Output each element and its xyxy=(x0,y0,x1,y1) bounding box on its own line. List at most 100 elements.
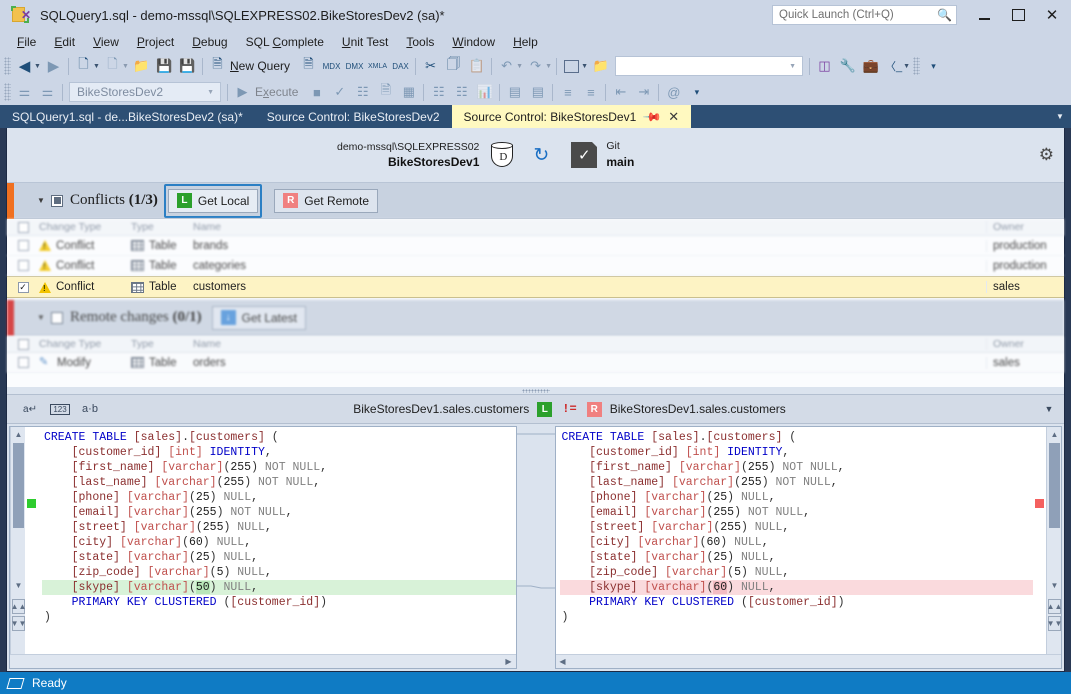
remote-select-all-checkbox[interactable] xyxy=(51,311,63,324)
table-row[interactable]: Conflict Table brands production xyxy=(7,236,1064,256)
results-to-text-icon[interactable]: ▤ xyxy=(503,81,526,103)
chevron-down-icon[interactable]: ▼ xyxy=(121,63,130,70)
menu-debug[interactable]: Debug xyxy=(183,32,236,52)
navigate-forward-icon[interactable]: ▶ xyxy=(42,55,65,77)
right-code-text[interactable]: CREATE TABLE [sales].[customers] ( [cust… xyxy=(556,427,1033,654)
save-all-icon[interactable]: 💾 xyxy=(176,55,199,77)
chevron-down-icon[interactable]: ▼ xyxy=(515,63,524,70)
new-query-icon[interactable]: 🗎 xyxy=(206,55,229,77)
parse-check-icon[interactable]: ✓ xyxy=(328,81,351,103)
comment-lines-icon[interactable]: ≡ xyxy=(556,81,579,103)
toolbar-grip[interactable] xyxy=(4,57,11,75)
scroll-up-icon[interactable]: ▲ xyxy=(1049,429,1060,440)
gear-icon[interactable]: ⚙ xyxy=(1039,145,1054,165)
header-select-all-checkbox[interactable] xyxy=(17,221,29,233)
table-row[interactable]: Conflict Table categories production xyxy=(7,256,1064,276)
tab-list-dropdown-icon[interactable]: ▼ xyxy=(1049,105,1071,128)
results-to-file-icon[interactable]: ▤ xyxy=(526,81,549,103)
scroll-down-icon[interactable]: ▼ xyxy=(13,580,24,591)
maximize-button[interactable] xyxy=(1001,1,1035,29)
menu-sql-complete[interactable]: SQL Complete xyxy=(237,32,333,52)
new-dmx-query-icon[interactable]: DMX xyxy=(343,55,366,77)
include-actual-plan-icon[interactable]: ☷ xyxy=(427,81,450,103)
menu-help[interactable]: Help xyxy=(504,32,547,52)
conflicts-select-all-checkbox[interactable] xyxy=(51,194,63,207)
chevron-down-icon[interactable]: ▼ xyxy=(544,63,553,70)
command-prompt-icon[interactable]: 〈_ xyxy=(882,55,905,77)
scroll-left-icon[interactable]: ◀ xyxy=(556,657,570,666)
navigate-back-icon[interactable]: ◀ xyxy=(13,55,36,77)
scroll-right-icon[interactable]: ▶ xyxy=(502,657,516,666)
object-explorer-icon[interactable]: ◫ xyxy=(813,55,836,77)
menu-tools[interactable]: Tools xyxy=(397,32,443,52)
get-latest-button[interactable]: ↓ Get Latest xyxy=(211,305,307,330)
new-query-button[interactable]: NNew Queryew Query xyxy=(229,59,297,73)
scroll-down-icon[interactable]: ▼ xyxy=(1049,580,1060,591)
right-code-pane[interactable]: CREATE TABLE [sales].[customers] ( [cust… xyxy=(554,426,1062,669)
pin-icon[interactable]: 📌 xyxy=(643,106,663,126)
menu-window[interactable]: Window xyxy=(443,32,504,52)
open-file-icon[interactable]: 📁 xyxy=(130,55,153,77)
decrease-indent-icon[interactable]: ⇤ xyxy=(609,81,632,103)
left-code-text[interactable]: CREATE TABLE [sales].[customers] ( [cust… xyxy=(38,427,516,654)
next-change-icon[interactable]: ▼▼ xyxy=(1047,616,1062,631)
properties-wrench-icon[interactable]: 🔧 xyxy=(836,55,859,77)
chevron-down-icon[interactable]: ▼ xyxy=(203,89,218,96)
new-xmla-query-icon[interactable]: XMLA xyxy=(366,55,389,77)
row-checkbox[interactable] xyxy=(17,260,29,271)
header-select-all-checkbox[interactable] xyxy=(17,338,29,350)
toolbar-overflow-icon[interactable]: ▾ xyxy=(922,55,945,77)
left-margin-scrollbar[interactable]: ▲ ▼ ▲▲ ▼▼ xyxy=(10,427,26,654)
left-hscrollbar[interactable]: ▶ xyxy=(10,654,516,668)
menu-file[interactable]: File xyxy=(8,32,45,52)
menu-view[interactable]: View xyxy=(84,32,128,52)
find-combo[interactable]: ▼ xyxy=(615,56,804,76)
database-combo[interactable]: BikeStoresDev2 ▼ xyxy=(69,82,221,102)
prev-change-icon[interactable]: ▲▲ xyxy=(1047,599,1062,614)
horizontal-splitter[interactable] xyxy=(7,387,1064,394)
collapse-toggle-icon[interactable]: ▼ xyxy=(37,196,51,205)
include-live-stats-icon[interactable]: ☷ xyxy=(450,81,473,103)
save-icon[interactable]: 💾 xyxy=(153,55,176,77)
toolbar-grip[interactable] xyxy=(4,83,11,101)
new-project-icon[interactable]: 🗋 xyxy=(72,55,95,77)
query-options-icon[interactable]: 🗎 xyxy=(374,81,397,103)
get-remote-button[interactable]: R Get Remote xyxy=(274,188,378,213)
scroll-up-icon[interactable]: ▲ xyxy=(13,429,24,440)
tab-source-control-dev2[interactable]: Source Control: BikeStoresDev2 xyxy=(254,105,452,128)
text-wrap-icon[interactable]: a↵ xyxy=(15,404,45,415)
copy-icon[interactable]: 🗍 xyxy=(442,55,465,77)
specify-values-icon[interactable]: @ xyxy=(662,81,685,103)
toolbar-grip[interactable] xyxy=(913,57,921,75)
quick-launch-input[interactable]: Quick Launch (Ctrl+Q) 🔍 xyxy=(772,5,957,25)
close-icon[interactable]: ✕ xyxy=(668,109,679,125)
chevron-down-icon[interactable]: ▼ xyxy=(1034,404,1064,414)
left-scroll-thumb[interactable] xyxy=(13,443,24,528)
row-checkbox[interactable]: ✓ xyxy=(17,281,29,293)
connect-icon[interactable]: ⚌ xyxy=(13,81,36,103)
cut-icon[interactable]: ✂ xyxy=(419,55,442,77)
stop-icon[interactable]: ■ xyxy=(305,81,328,103)
new-mdx-query-icon[interactable]: MDX xyxy=(320,55,343,77)
close-button[interactable]: ✕ xyxy=(1035,1,1069,29)
tab-sqlquery1[interactable]: SQLQuery1.sql - de...BikeStoresDev2 (sa)… xyxy=(0,105,255,128)
uncomment-lines-icon[interactable]: ≡ xyxy=(579,81,602,103)
table-row[interactable]: ✎ Modify Table orders sales xyxy=(7,353,1064,373)
menu-project[interactable]: Project xyxy=(128,32,183,52)
line-numbers-icon[interactable]: 123 xyxy=(45,403,75,415)
results-to-grid-icon[interactable]: ▦ xyxy=(397,81,420,103)
show-diagram-icon[interactable] xyxy=(560,55,583,77)
prev-change-icon[interactable]: ▲▲ xyxy=(11,599,26,614)
find-in-files-icon[interactable]: 📁 xyxy=(589,55,612,77)
collapse-toggle-icon[interactable]: ▼ xyxy=(37,313,51,322)
table-row-selected[interactable]: ✓ Conflict Table customers sales xyxy=(7,276,1064,298)
disconnect-icon[interactable]: ⚌ xyxy=(36,81,59,103)
new-dax-query-icon[interactable]: DAX xyxy=(389,55,412,77)
execute-button[interactable]: ExExecuteecute xyxy=(254,85,305,99)
refresh-icon[interactable]: ↻ xyxy=(533,144,549,167)
chevron-down-icon[interactable]: ▼ xyxy=(785,63,800,70)
include-client-stats-icon[interactable]: 📊 xyxy=(473,81,496,103)
row-checkbox[interactable] xyxy=(17,240,29,251)
toolbox-icon[interactable]: 💼 xyxy=(859,55,882,77)
menu-edit[interactable]: Edit xyxy=(45,32,84,52)
